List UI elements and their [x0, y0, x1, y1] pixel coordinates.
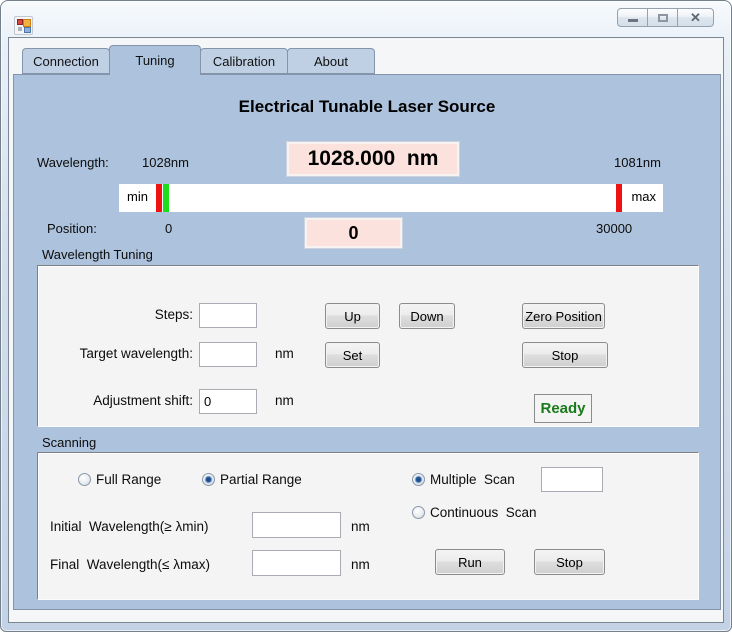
run-button[interactable]: Run — [435, 549, 505, 575]
maximize-icon — [658, 14, 668, 22]
app-icon[interactable] — [14, 16, 33, 35]
close-button[interactable]: ✕ — [677, 8, 714, 27]
wavelength-label: Wavelength: — [37, 155, 109, 170]
zero-position-button[interactable]: Zero Position — [522, 303, 605, 329]
slider-max-label: max — [631, 189, 656, 204]
maximize-button[interactable] — [647, 8, 678, 27]
tab-strip: Connection Tuning Calibration About — [23, 45, 375, 75]
scan-stop-button[interactable]: Stop — [534, 549, 605, 575]
continuous-scan-radio[interactable]: Continuous Scan — [412, 504, 537, 521]
full-range-radio[interactable]: Full Range — [78, 471, 161, 488]
full-range-label: Full Range — [96, 471, 161, 488]
adjustment-shift-input[interactable] — [199, 389, 257, 414]
tab-connection[interactable]: Connection — [22, 48, 110, 74]
target-wavelength-input[interactable] — [199, 342, 257, 367]
initial-unit-label: nm — [351, 519, 370, 534]
radio-icon — [78, 473, 91, 486]
title-bar[interactable]: ✕ — [1, 1, 731, 37]
position-display: 0 — [305, 218, 402, 248]
initial-wavelength-input[interactable] — [252, 512, 341, 538]
caption-button-group: ✕ — [618, 8, 714, 27]
radio-icon — [412, 473, 425, 486]
scanning-group-title: Scanning — [42, 435, 96, 450]
final-unit-label: nm — [351, 557, 370, 572]
multiple-scan-count-input[interactable] — [541, 467, 603, 492]
position-max-value: 30000 — [596, 221, 632, 236]
radio-icon — [202, 473, 215, 486]
tuning-stop-button[interactable]: Stop — [522, 342, 608, 368]
steps-label: Steps: — [38, 307, 193, 322]
partial-range-radio[interactable]: Partial Range — [202, 471, 302, 488]
status-indicator: Ready — [534, 394, 592, 423]
partial-range-label: Partial Range — [220, 471, 302, 488]
tab-tuning[interactable]: Tuning — [109, 45, 201, 75]
tab-about[interactable]: About — [287, 48, 375, 74]
close-icon: ✕ — [690, 11, 701, 24]
current-position-marker — [163, 184, 169, 212]
tab-page-tuning: Electrical Tunable Laser Source Waveleng… — [13, 74, 721, 610]
tuning-group: Steps: Up Down Zero Position Target wave… — [37, 265, 699, 427]
multiple-scan-label: Multiple Scan — [430, 471, 515, 488]
radio-icon — [412, 506, 425, 519]
app-icon-gray-square — [18, 27, 22, 31]
max-limit-marker — [616, 184, 622, 212]
final-wavelength-input[interactable] — [252, 550, 341, 576]
shift-unit-label: nm — [275, 393, 294, 408]
position-min-value: 0 — [165, 221, 172, 236]
wavelength-min-value: 1028nm — [142, 155, 189, 170]
wavelength-display: 1028.000 nm — [287, 142, 459, 176]
app-window: ✕ Connection Tuning Calibration About El… — [0, 0, 732, 632]
scanning-group: Full Range Partial Range Multiple Scan C… — [37, 452, 699, 600]
app-icon-orange-square — [23, 19, 31, 27]
steps-input[interactable] — [199, 303, 257, 328]
final-wavelength-label: Final Wavelength(≤ λmax) — [50, 557, 210, 572]
wavelength-slider-track: min max — [119, 184, 663, 212]
app-icon-blue-square — [24, 27, 31, 33]
continuous-scan-label: Continuous Scan — [430, 504, 537, 521]
minimize-icon — [628, 19, 638, 22]
initial-wavelength-label: Initial Wavelength(≥ λmin) — [50, 519, 208, 534]
client-area: Connection Tuning Calibration About Elec… — [8, 37, 724, 623]
minimize-button[interactable] — [617, 8, 648, 27]
page-title: Electrical Tunable Laser Source — [14, 97, 720, 117]
wavelength-max-value: 1081nm — [614, 155, 661, 170]
tab-calibration[interactable]: Calibration — [200, 48, 288, 74]
up-button[interactable]: Up — [325, 303, 380, 329]
down-button[interactable]: Down — [399, 303, 455, 329]
position-label: Position: — [47, 221, 97, 236]
slider-min-label: min — [127, 189, 148, 204]
tuning-group-title: Wavelength Tuning — [42, 247, 153, 262]
target-unit-label: nm — [275, 346, 294, 361]
multiple-scan-radio[interactable]: Multiple Scan — [412, 471, 515, 488]
adjustment-shift-label: Adjustment shift: — [38, 393, 193, 408]
min-limit-marker — [156, 184, 162, 212]
target-wavelength-label: Target wavelength: — [38, 346, 193, 361]
set-button[interactable]: Set — [325, 342, 380, 368]
